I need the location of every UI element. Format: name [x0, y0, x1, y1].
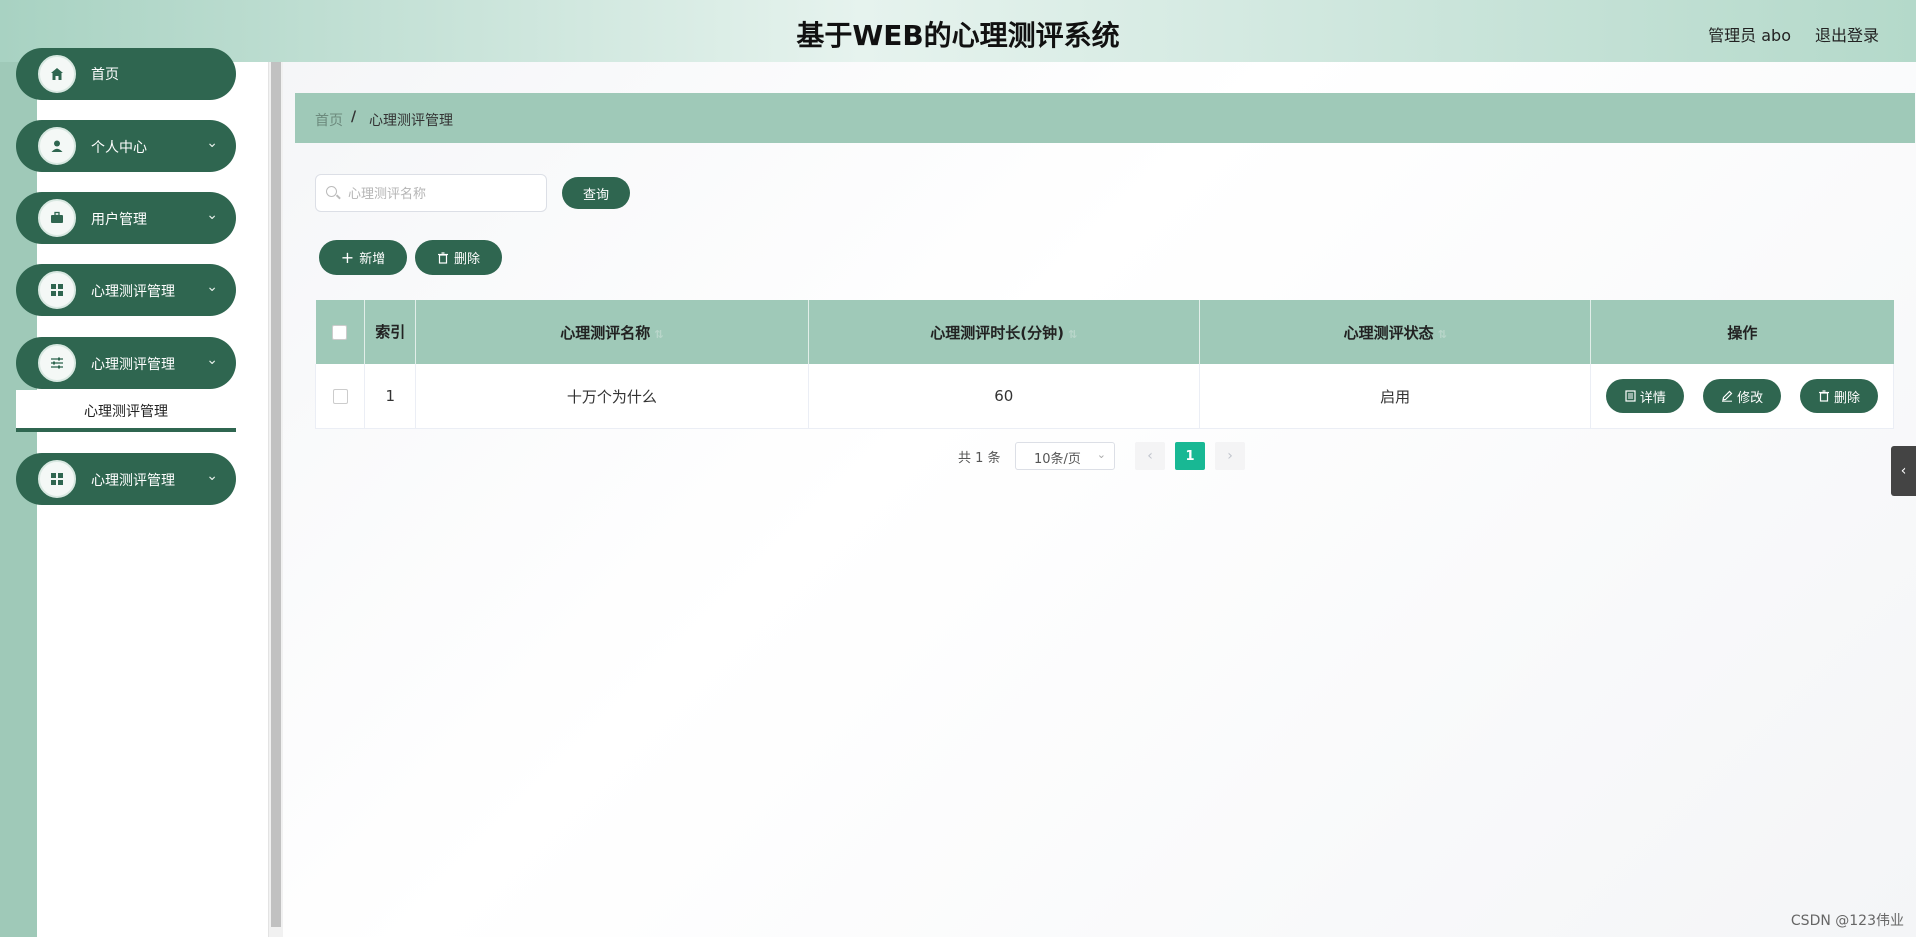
- logout-link[interactable]: 退出登录: [1815, 22, 1879, 46]
- breadcrumb-current: 心理测评管理: [369, 113, 453, 129]
- sidebar-item-label: 个人中心: [91, 140, 147, 156]
- data-table: 索引 心理测评名称 ⇅ 心理测评时长(分钟) ⇅ 心理测评状态 ⇅ 操作 1 十万个为…: [314, 300, 1894, 429]
- delete-button[interactable]: 删除: [415, 240, 502, 275]
- chevron-left-icon: ‹: [1900, 463, 1907, 479]
- sidebar-scrollbar[interactable]: [268, 62, 283, 937]
- sidebar-item-user-management[interactable]: 用户管理 ⌄: [16, 192, 236, 244]
- detail-button[interactable]: 详情: [1606, 379, 1685, 413]
- chevron-down-icon: ⌄: [206, 135, 218, 151]
- cell-index: 1: [364, 364, 417, 429]
- chevron-left-icon: ‹: [1147, 448, 1153, 464]
- column-header-duration[interactable]: 心理测评时长(分钟) ⇅: [808, 300, 1201, 364]
- sidebar-item-label: 心理测评管理: [91, 357, 175, 373]
- grid-icon: [38, 460, 76, 498]
- chevron-down-icon: ⌄: [1096, 448, 1106, 461]
- chevron-down-icon: ⌄: [206, 279, 218, 295]
- page-size-select[interactable]: 10条/页 ⌄: [1015, 442, 1115, 470]
- submenu-item-assessment-management[interactable]: 心理测评管理: [16, 390, 236, 432]
- select-all-checkbox[interactable]: [332, 325, 348, 340]
- top-header: 基于WEB的心理测评系统 管理员 abo 退出登录: [0, 0, 1916, 62]
- app-title: 基于WEB的心理测评系统: [796, 19, 1120, 52]
- collapse-panel-button[interactable]: ‹: [1891, 446, 1916, 496]
- column-header-actions: 操作: [1590, 300, 1894, 364]
- column-header-status[interactable]: 心理测评状态 ⇅: [1199, 300, 1592, 364]
- sidebar-item-assessment-management-2[interactable]: 心理测评管理 ⌄: [16, 337, 236, 389]
- search-box[interactable]: [315, 174, 547, 212]
- page-size-value: 10条/页: [1034, 452, 1081, 467]
- delete-button-label: 删除: [453, 252, 480, 267]
- cell-actions: 详情 修改 删除: [1590, 364, 1894, 429]
- sidebar-item-label: 首页: [91, 67, 119, 83]
- add-button-label: 新增: [359, 252, 386, 267]
- scrollbar-thumb[interactable]: [271, 62, 281, 927]
- trash-icon: [1818, 390, 1829, 402]
- sidebar-item-home[interactable]: 首页: [16, 48, 236, 100]
- prev-page-button[interactable]: ‹: [1135, 442, 1165, 470]
- row-delete-button-label: 删除: [1833, 390, 1860, 406]
- search-input[interactable]: [346, 183, 540, 205]
- query-button-label: 查询: [582, 187, 609, 203]
- row-delete-button[interactable]: 删除: [1799, 379, 1878, 413]
- pagination-total: 共 1 条: [958, 451, 1001, 466]
- sort-icon[interactable]: ⇅: [1438, 328, 1447, 341]
- column-header-name[interactable]: 心理测评名称 ⇅: [415, 300, 809, 364]
- grid-icon: [38, 271, 76, 309]
- edit-button[interactable]: 修改: [1703, 379, 1782, 413]
- trash-icon: [437, 251, 448, 264]
- column-header-index: 索引: [364, 300, 417, 364]
- document-icon: [1625, 390, 1636, 402]
- cell-name: 十万个为什么: [415, 364, 809, 429]
- select-all-header[interactable]: [315, 300, 366, 364]
- watermark: CSDN @123伟业: [1790, 913, 1904, 929]
- sort-icon[interactable]: ⇅: [1068, 328, 1077, 341]
- current-user: 管理员 abo: [1708, 26, 1791, 45]
- chevron-down-icon: ⌄: [206, 207, 218, 223]
- edit-button-label: 修改: [1737, 390, 1764, 406]
- home-icon: [38, 55, 76, 93]
- sidebar-item-assessment-management-1[interactable]: 心理测评管理 ⌄: [16, 264, 236, 316]
- briefcase-icon: [38, 199, 76, 237]
- table-header-row: 索引 心理测评名称 ⇅ 心理测评时长(分钟) ⇅ 心理测评状态 ⇅ 操作: [315, 300, 1894, 364]
- chevron-down-icon: ⌄: [206, 352, 218, 368]
- table-row: 1 十万个为什么 60 启用 详情 修改 删除: [314, 364, 1894, 429]
- page-number-button[interactable]: 1: [1175, 442, 1205, 470]
- row-select-cell[interactable]: [314, 364, 366, 429]
- add-button[interactable]: + 新增: [319, 240, 407, 275]
- breadcrumb: 首页 / 心理测评管理: [295, 93, 1915, 143]
- row-checkbox[interactable]: [332, 389, 348, 404]
- sidebar-item-label: 心理测评管理: [91, 284, 175, 300]
- sidebar-item-label: 用户管理: [91, 212, 147, 228]
- sidebar-item-assessment-management-3[interactable]: 心理测评管理 ⌄: [16, 453, 236, 505]
- search-icon: [326, 186, 337, 197]
- sliders-icon: [38, 344, 76, 382]
- plus-icon: +: [340, 248, 355, 267]
- sidebar-item-personal-center[interactable]: 个人中心 ⌄: [16, 120, 236, 172]
- sidebar-item-label: 心理测评管理: [91, 473, 175, 489]
- cell-duration: 60: [808, 364, 1201, 429]
- breadcrumb-home[interactable]: 首页: [315, 110, 343, 130]
- breadcrumb-separator: /: [351, 109, 357, 125]
- chevron-right-icon: ›: [1227, 448, 1233, 464]
- cell-status: 启用: [1199, 364, 1592, 429]
- submenu-item-label: 心理测评管理: [84, 404, 168, 420]
- query-button[interactable]: 查询: [562, 177, 630, 209]
- next-page-button[interactable]: ›: [1215, 442, 1245, 470]
- chevron-down-icon: ⌄: [206, 468, 218, 484]
- user-icon: [38, 127, 76, 165]
- sort-icon[interactable]: ⇅: [654, 328, 663, 341]
- edit-icon: [1722, 390, 1733, 402]
- detail-button-label: 详情: [1639, 390, 1666, 406]
